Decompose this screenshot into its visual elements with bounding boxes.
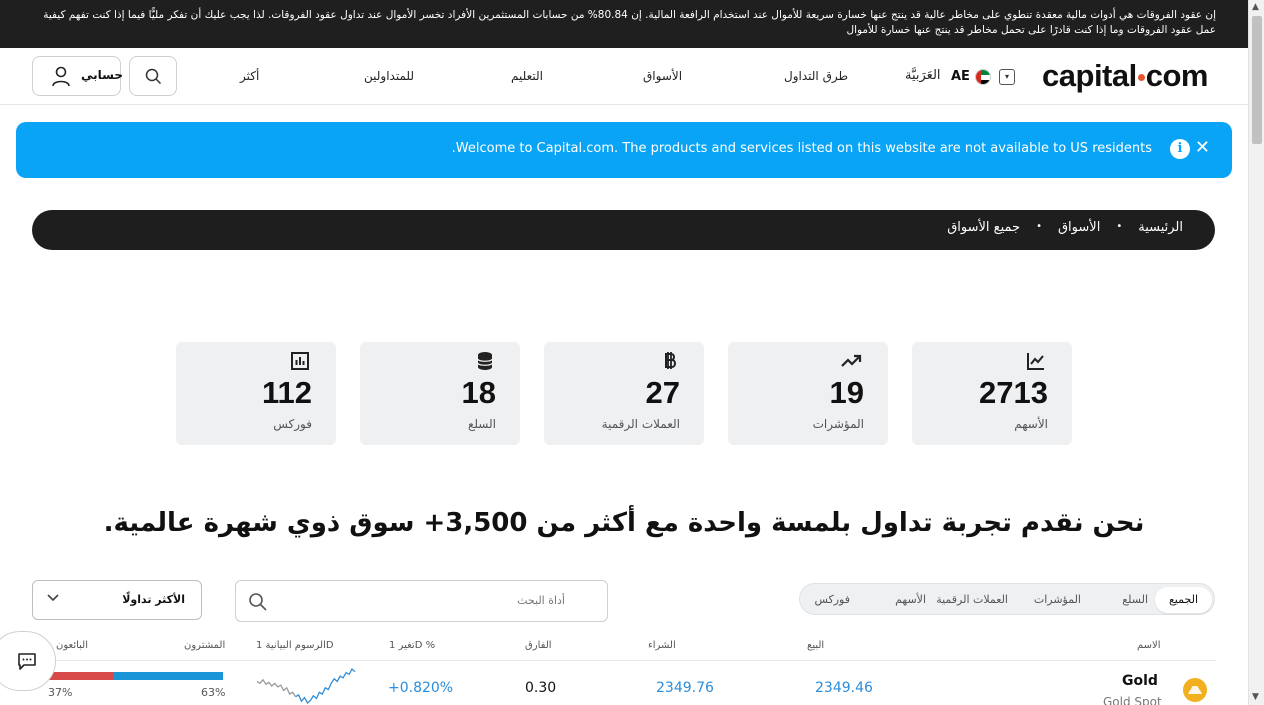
stat-value: 112 — [261, 375, 312, 410]
risk-warning-line1: إن عقود الفروقات هي أدوات مالية معقدة تن… — [43, 9, 1216, 21]
tab-forex[interactable]: فوركس — [814, 593, 850, 606]
header-search-button[interactable] — [129, 56, 177, 96]
language-selector[interactable]: العَرَبيَّة — [905, 68, 941, 83]
stat-label: الأسهم — [1014, 417, 1048, 431]
bar-chart-icon — [291, 352, 309, 370]
column-header-name[interactable]: الاسم — [1137, 640, 1161, 651]
risk-warning-banner: إن عقود الفروقات هي أدوات مالية معقدة تن… — [0, 0, 1248, 48]
gold-icon — [1183, 678, 1207, 702]
breadcrumb: الرئيسية • الأسواق • جميع الأسواق — [32, 210, 1215, 250]
sellers-sentiment-bar — [48, 672, 113, 680]
column-header-sell[interactable]: البيع — [807, 640, 824, 651]
breadcrumb-home[interactable]: الرئيسية — [1138, 220, 1183, 235]
sparkline-line — [295, 667, 356, 705]
tab-indices[interactable]: المؤشرات — [1034, 593, 1081, 606]
instrument-subtitle: Gold Spot — [1103, 695, 1162, 705]
uae-flag-icon[interactable] — [975, 69, 991, 85]
breadcrumb-all-markets: جميع الأسواق — [947, 220, 1021, 235]
close-icon[interactable]: ✕ — [1195, 138, 1210, 158]
tab-all[interactable]: الجميع — [1154, 587, 1212, 613]
user-icon — [52, 66, 70, 87]
stat-card-indices[interactable]: 19 المؤشرات — [728, 342, 888, 445]
sort-dropdown[interactable]: الأكثر تداولًا — [32, 580, 202, 620]
buy-price[interactable]: 2349.76 — [656, 680, 714, 696]
column-header-buyers: المشترون — [184, 640, 226, 651]
column-header-spread[interactable]: الفارق — [525, 640, 552, 651]
stat-card-forex[interactable]: 112 فوركس — [176, 342, 336, 445]
stat-label: فوركس — [273, 417, 312, 431]
region-code[interactable]: AE — [951, 69, 970, 84]
search-placeholder: أداة البحث — [517, 594, 565, 607]
sellers-percent: 37% — [48, 686, 73, 699]
nav-education[interactable]: التعليم — [511, 69, 543, 83]
page-scrollbar[interactable]: ▲ ▼ — [1248, 0, 1264, 705]
trend-up-icon — [841, 354, 862, 367]
stat-value: 27 — [645, 375, 680, 410]
tab-shares[interactable]: الأسهم — [895, 593, 926, 606]
search-icon — [249, 593, 267, 611]
buyers-percent: 63% — [201, 686, 226, 699]
column-header-buy[interactable]: الشراء — [648, 640, 676, 651]
language-dropdown-chevron-icon[interactable]: ▾ — [999, 69, 1015, 85]
stat-card-crypto[interactable]: 27 العملات الرقمية — [544, 342, 704, 445]
chat-icon — [18, 653, 36, 670]
us-residents-info-banner: ✕ i Welcome to Capital.com. The products… — [16, 122, 1232, 178]
coins-icon — [477, 352, 493, 370]
column-header-chart: الرسوم البيانية 1D — [256, 640, 334, 651]
page: إن عقود الفروقات هي أدوات مالية معقدة تن… — [0, 0, 1264, 705]
market-category-tabs: الجميع السلع المؤشرات العملات الرقمية ال… — [799, 583, 1215, 615]
risk-warning-line2: عمل عقود الفروقات وما إذا كنت قادرًا على… — [846, 24, 1216, 36]
capital-com-logo[interactable]: capital com — [1042, 58, 1208, 94]
stat-value: 18 — [461, 375, 496, 410]
stat-card-commodities[interactable]: 18 السلع — [360, 342, 520, 445]
site-header: capital com ▾ AE العَرَبيَّة طرق التداول … — [0, 48, 1248, 105]
price-sparkline — [256, 667, 356, 705]
nav-trading-ways[interactable]: طرق التداول — [784, 69, 848, 83]
stat-label: العملات الرقمية — [601, 417, 680, 431]
buyers-sentiment-bar — [113, 672, 223, 680]
nav-markets[interactable]: الأسواق — [643, 69, 682, 83]
stat-value: 19 — [829, 375, 864, 410]
my-account-button[interactable]: حسابي — [32, 56, 124, 96]
stat-card-shares[interactable]: 2713 الأسهم — [912, 342, 1072, 445]
column-header-sellers: البائعون — [56, 640, 89, 651]
breadcrumb-separator: • — [1116, 221, 1123, 232]
chevron-down-icon — [47, 592, 59, 605]
stat-label: السلع — [467, 417, 496, 431]
sort-dropdown-value: الأكثر تداولًا — [122, 593, 185, 606]
tab-crypto[interactable]: العملات الرقمية — [936, 593, 1008, 606]
instrument-name: Gold — [1122, 673, 1158, 689]
bitcoin-icon — [665, 352, 676, 369]
logo-dot — [1137, 74, 1145, 81]
table-row[interactable]: Gold Gold Spot 2349.46 2349.76 0.30 +0.8… — [0, 661, 1248, 705]
search-icon — [145, 68, 162, 85]
markets-headline: نحن نقدم تجربة تداول بلمسة واحدة مع أكثر… — [103, 508, 1145, 538]
change-value: +0.820% — [388, 680, 454, 696]
column-header-change[interactable]: تغير 1D % — [389, 640, 435, 651]
breadcrumb-separator: • — [1036, 221, 1042, 232]
scroll-thumb[interactable] — [1252, 16, 1262, 144]
sell-price[interactable]: 2349.46 — [815, 680, 873, 696]
spread-value: 0.30 — [525, 680, 557, 696]
chart-line-icon — [1027, 353, 1044, 370]
info-icon: i — [1170, 139, 1190, 159]
breadcrumb-markets[interactable]: الأسواق — [1058, 220, 1100, 235]
info-banner-message: Welcome to Capital.com. The products and… — [451, 141, 1152, 156]
tab-commodities[interactable]: السلع — [1122, 593, 1148, 606]
markets-search-input[interactable]: أداة البحث — [235, 580, 608, 622]
nav-more[interactable]: أكثر — [240, 69, 259, 83]
my-account-label: حسابي — [81, 68, 124, 82]
nav-for-traders[interactable]: للمتداولين — [364, 69, 414, 83]
sparkline-history-line — [256, 678, 297, 698]
scroll-up-arrow-icon[interactable]: ▲ — [1252, 2, 1259, 12]
stat-value: 2713 — [979, 375, 1048, 410]
scroll-down-arrow-icon[interactable]: ▼ — [1252, 692, 1259, 702]
stat-label: المؤشرات — [812, 417, 864, 431]
